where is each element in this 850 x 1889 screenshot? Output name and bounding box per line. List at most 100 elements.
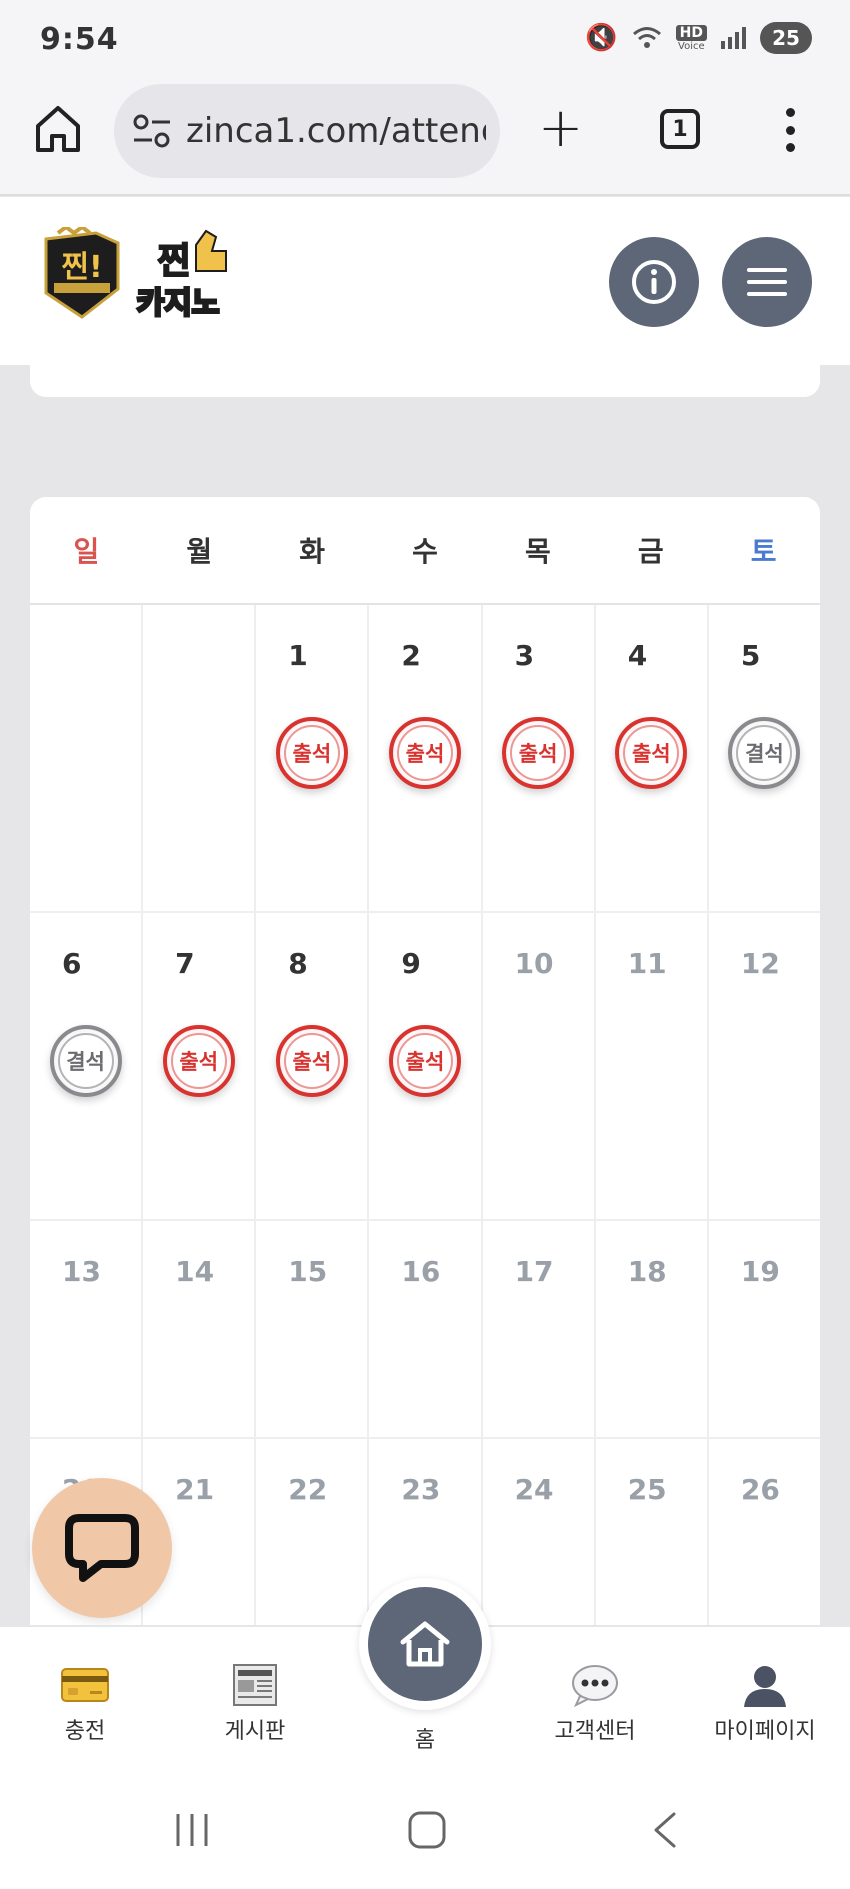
attendance-present-stamp: 출석 <box>275 1025 348 1097</box>
calendar-day-cell[interactable] <box>30 605 144 911</box>
day-number: 15 <box>288 1255 328 1288</box>
previous-card <box>30 365 820 397</box>
weekday-sun: 일 <box>73 535 100 568</box>
address-bar[interactable]: zinca1.com/attend <box>114 84 500 178</box>
status-bar: 9:54 🔇 HD Voice 25 <box>0 0 850 78</box>
calendar-day-cell[interactable]: 6 결석 <box>30 913 144 1219</box>
weekday-wed: 수 <box>412 535 438 568</box>
day-number: 9 <box>401 947 421 980</box>
page-content: 일 월 화 수 목 금 토 1 출석 2 출석 3 출석 4 출석 5 결석 6 결석 7 출석 8 출석 9 출… <box>0 365 850 1625</box>
browser-home-icon[interactable] <box>34 104 82 154</box>
live-chat-button[interactable] <box>32 1478 172 1618</box>
attendance-absent-stamp: 결석 <box>728 717 801 789</box>
day-number: 11 <box>627 947 667 980</box>
attendance-present-stamp: 출석 <box>388 717 461 789</box>
home-button-inner <box>368 1587 482 1701</box>
calendar-weekday-header: 일 월 화 수 목 금 토 <box>30 497 820 605</box>
day-number: 2 <box>401 639 421 672</box>
system-home-icon[interactable] <box>407 1810 447 1850</box>
browser-menu-icon[interactable] <box>784 108 796 152</box>
nav-mypage[interactable]: 마이페이지 <box>690 1663 840 1745</box>
day-number: 16 <box>401 1255 441 1288</box>
calendar-day-cell[interactable]: 1 출석 <box>256 605 370 911</box>
calendar-day-cell[interactable]: 7 출석 <box>143 913 257 1219</box>
calendar-day-cell[interactable]: 19 <box>709 1221 820 1437</box>
calendar-day-cell[interactable]: 14 <box>143 1221 257 1437</box>
calendar-day-cell[interactable]: 22 <box>256 1439 370 1625</box>
day-number: 8 <box>288 947 308 980</box>
calendar-day-cell[interactable]: 9 출석 <box>369 913 483 1219</box>
attendance-present-stamp: 출석 <box>615 717 688 789</box>
day-number: 21 <box>175 1473 215 1506</box>
info-button[interactable] <box>609 237 699 327</box>
day-number: 13 <box>62 1255 101 1288</box>
home-button[interactable] <box>359 1578 491 1710</box>
day-number: 14 <box>175 1255 215 1288</box>
menu-button[interactable] <box>722 237 812 327</box>
nav-board[interactable]: 게시판 <box>180 1663 330 1745</box>
nav-charge-label: 충전 <box>64 1719 106 1744</box>
browser-toolbar: zinca1.com/attend + 1 <box>0 78 850 196</box>
nav-support[interactable]: 고객센터 <box>520 1663 670 1745</box>
calendar-day-cell[interactable]: 24 <box>483 1439 596 1625</box>
calendar-day-cell[interactable]: 4 출석 <box>596 605 709 911</box>
day-number: 25 <box>627 1473 667 1506</box>
tab-switcher-button[interactable]: 1 <box>660 109 700 149</box>
attendance-absent-stamp: 결석 <box>49 1025 122 1097</box>
system-navigation-bar <box>0 1770 850 1889</box>
calendar-day-cell[interactable]: 16 <box>369 1221 483 1437</box>
calendar-day-cell[interactable]: 12 <box>709 913 820 1219</box>
attendance-present-stamp: 출석 <box>502 717 575 789</box>
calendar-day-cell[interactable] <box>143 605 257 911</box>
weekday-sat: 토 <box>750 535 777 568</box>
info-icon <box>632 260 676 304</box>
user-icon <box>744 1666 786 1707</box>
svg-text:찐!: 찐! <box>61 250 102 285</box>
day-number: 22 <box>288 1473 328 1506</box>
attendance-present-stamp: 출석 <box>388 1025 461 1097</box>
home-icon <box>400 1621 450 1667</box>
calendar-day-cell[interactable]: 26 <box>709 1439 820 1625</box>
calendar-week: 6 결석 7 출석 8 출석 9 출석 10 11 12 <box>30 913 820 1221</box>
day-number: 23 <box>401 1473 441 1506</box>
calendar-day-cell[interactable]: 10 <box>483 913 596 1219</box>
day-number: 4 <box>627 639 648 672</box>
calendar-day-cell[interactable]: 15 <box>256 1221 370 1437</box>
nav-mypage-label: 마이페이지 <box>714 1719 816 1744</box>
site-settings-icon[interactable] <box>132 113 172 149</box>
signal-icon <box>721 27 746 49</box>
recent-apps-icon[interactable] <box>172 1810 212 1850</box>
weekday-fri: 금 <box>637 535 664 568</box>
url-text: zinca1.com/attend <box>186 111 486 151</box>
hd-label: HD <box>675 24 707 41</box>
credit-card-icon <box>61 1668 109 1702</box>
new-tab-icon[interactable]: + <box>538 101 583 155</box>
calendar-day-cell[interactable]: 18 <box>596 1221 709 1437</box>
battery-icon: 25 <box>760 22 812 54</box>
day-number: 26 <box>740 1473 780 1506</box>
hamburger-icon <box>747 268 787 296</box>
attendance-present-stamp: 출석 <box>162 1025 235 1097</box>
calendar-day-cell[interactable]: 3 출석 <box>483 605 596 911</box>
calendar-day-cell[interactable]: 2 출석 <box>369 605 483 911</box>
site-logo[interactable]: 찐! 찐 카지노 <box>36 227 236 323</box>
calendar-body: 1 출석 2 출석 3 출석 4 출석 5 결석 6 결석 7 출석 8 출석 9 출석 10 11 12 13 14 15 1… <box>30 605 820 1625</box>
nav-charge[interactable]: 충전 <box>10 1663 160 1745</box>
nav-support-label: 고객센터 <box>554 1719 636 1744</box>
back-icon[interactable] <box>650 1810 680 1850</box>
calendar-day-cell[interactable]: 8 출석 <box>256 913 370 1219</box>
calendar-day-cell[interactable]: 25 <box>596 1439 709 1625</box>
calendar-day-cell[interactable]: 17 <box>483 1221 596 1437</box>
calendar-day-cell[interactable]: 5 결석 <box>709 605 820 911</box>
calendar-day-cell[interactable]: 11 <box>596 913 709 1219</box>
mute-icon: 🔇 <box>585 23 618 53</box>
calendar-day-cell[interactable]: 13 <box>30 1221 144 1437</box>
day-number: 12 <box>740 947 780 980</box>
day-number: 7 <box>175 947 195 980</box>
nav-board-label: 게시판 <box>224 1719 286 1744</box>
wifi-icon <box>632 27 661 48</box>
day-number: 10 <box>514 947 554 980</box>
day-number: 18 <box>627 1255 667 1288</box>
nav-home-label: 홈 <box>414 1728 436 1753</box>
newspaper-icon <box>233 1664 277 1706</box>
